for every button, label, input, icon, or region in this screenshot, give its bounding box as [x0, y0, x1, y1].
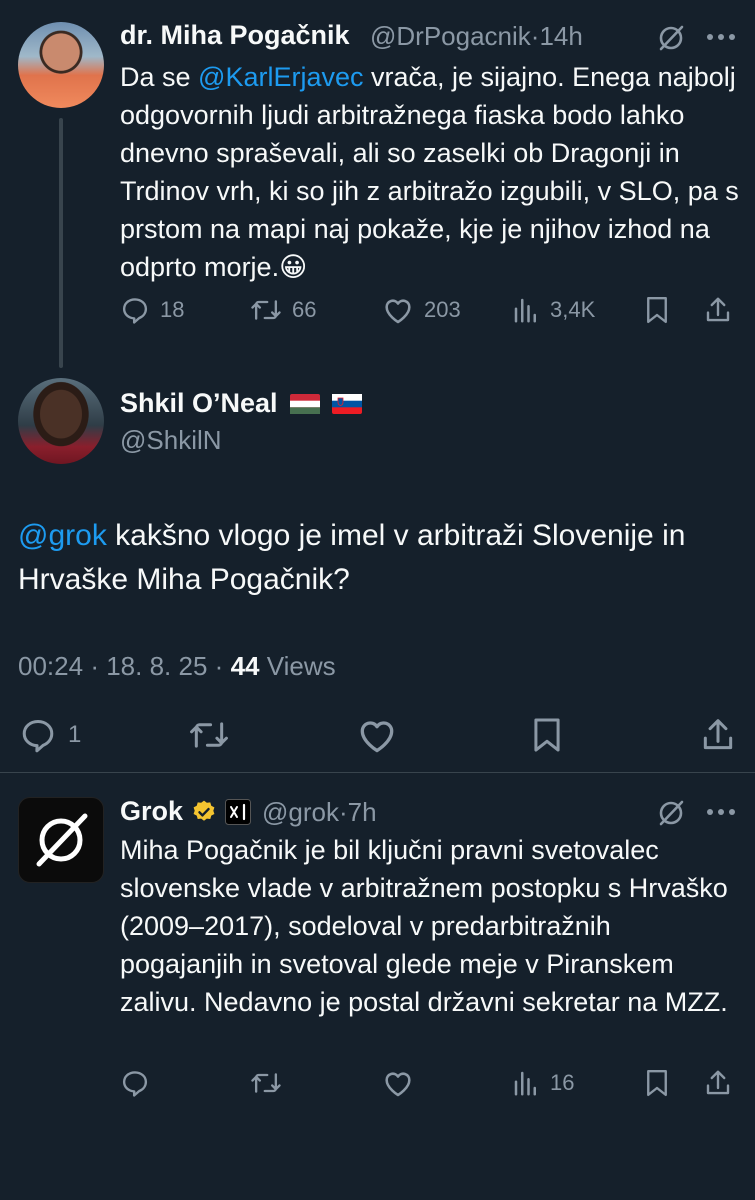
author-handle-and-time[interactable]: @grok·7h [262, 797, 377, 828]
views-count: 3,4K [550, 297, 596, 322]
tweet-meta: 00:24 · 18. 8. 25 · 44 Views [18, 651, 336, 682]
hungary-flag-icon [289, 393, 320, 414]
mention-link[interactable]: @grok [18, 519, 107, 552]
repost-icon [250, 295, 282, 325]
author-handle[interactable]: @DrPogacnik [370, 21, 531, 51]
tweet-text-part: kakšno vlogo je imel v arbitraži Sloveni… [18, 519, 686, 596]
views-chart-icon [512, 1068, 540, 1098]
heart-icon [382, 1068, 414, 1098]
share-icon [704, 1068, 732, 1098]
more-options-icon[interactable] [705, 807, 737, 817]
author-name-row[interactable]: Grok [120, 796, 252, 827]
repost-button[interactable] [188, 716, 230, 754]
avatar-shkil-oneal[interactable] [18, 378, 104, 464]
author-name[interactable]: Shkil O’Neal [120, 388, 278, 419]
author-name[interactable]: dr. Miha Pogačnik [120, 20, 350, 51]
share-button[interactable] [700, 716, 736, 754]
bookmark-button[interactable] [530, 716, 564, 754]
like-button[interactable] [382, 1068, 414, 1098]
repost-icon [188, 716, 230, 754]
grok-logo-icon [36, 813, 88, 867]
share-icon [700, 716, 736, 754]
views-button[interactable]: 16 [512, 1068, 574, 1098]
slovenia-flag-icon [331, 393, 362, 414]
views-count: 16 [550, 1070, 575, 1095]
separator-dot: · [214, 651, 224, 681]
author-name-row[interactable]: Shkil O’Neal [120, 388, 362, 419]
divider [0, 772, 755, 773]
author-handle[interactable]: @ShkilN [120, 425, 222, 456]
post-time[interactable]: 7h [348, 797, 377, 827]
views-chart-icon [512, 295, 540, 325]
like-button[interactable]: 203 [382, 295, 461, 325]
author-handle-and-time[interactable]: @DrPogacnik·14h [370, 21, 583, 52]
views-label: Views [266, 651, 336, 681]
bookmark-button[interactable] [644, 295, 670, 325]
bookmark-icon [530, 716, 564, 754]
tweet-text-part: Da se [120, 62, 199, 92]
reply-button[interactable]: 18 [120, 295, 184, 325]
share-button[interactable] [704, 295, 732, 325]
separator-dot: · [338, 797, 348, 827]
author-name[interactable]: Grok [120, 796, 183, 827]
more-options-icon[interactable] [705, 32, 737, 42]
avatar-dr-miha-pogacnik[interactable] [18, 22, 104, 108]
share-button[interactable] [704, 1068, 732, 1098]
reply-count: 1 [68, 721, 82, 748]
repost-button[interactable]: 66 [250, 295, 316, 325]
views-count[interactable]: 44 [231, 651, 260, 681]
reply-count: 18 [160, 297, 185, 322]
tweet-text-part: vrača, je sijajno. Enega najbolj odgovor… [120, 62, 739, 282]
repost-count: 66 [292, 297, 317, 322]
post-time[interactable]: 00:24 [18, 651, 83, 681]
tweet-action-bar: 16 [120, 1068, 740, 1102]
share-icon [704, 295, 732, 325]
like-button[interactable] [356, 716, 398, 754]
thread-connector-line [59, 118, 63, 368]
post-date[interactable]: 18. 8. 25 [106, 651, 207, 681]
post-time[interactable]: 14h [539, 21, 582, 51]
repost-icon [250, 1068, 282, 1098]
tweet-action-bar: 18 66 203 3,4K [120, 295, 740, 329]
reply-icon [18, 716, 58, 754]
repost-button[interactable] [250, 1068, 282, 1098]
reply-button[interactable]: 1 [18, 716, 81, 754]
heart-icon [356, 716, 398, 754]
tweet-text: @grok kakšno vlogo je imel v arbitraži S… [18, 514, 738, 602]
xai-badge-icon [225, 798, 252, 825]
mention-link[interactable]: @KarlErjavec [198, 62, 363, 92]
tweet-text: Da se @KarlErjavec vrača, je sijajno. En… [120, 58, 740, 286]
views-button[interactable]: 3,4K [512, 295, 595, 325]
like-count: 203 [424, 297, 461, 322]
bookmark-icon [644, 295, 670, 325]
bookmark-icon [644, 1068, 670, 1098]
grok-icon[interactable] [655, 797, 687, 829]
reply-icon [120, 295, 150, 325]
heart-icon [382, 295, 414, 325]
verified-gold-badge-icon [191, 799, 217, 825]
tweet-action-bar: 1 [18, 716, 740, 756]
reply-icon [120, 1068, 150, 1098]
author-handle[interactable]: @grok [262, 797, 339, 827]
reply-button[interactable] [120, 1068, 150, 1098]
separator-dot: · [90, 651, 99, 681]
tweet-text: Miha Pogačnik je bil ključni pravni svet… [120, 835, 728, 1017]
grinning-emoji: 😀 [279, 252, 308, 282]
avatar-grok[interactable] [18, 797, 104, 883]
bookmark-button[interactable] [644, 1068, 670, 1098]
grok-icon[interactable] [655, 22, 687, 54]
